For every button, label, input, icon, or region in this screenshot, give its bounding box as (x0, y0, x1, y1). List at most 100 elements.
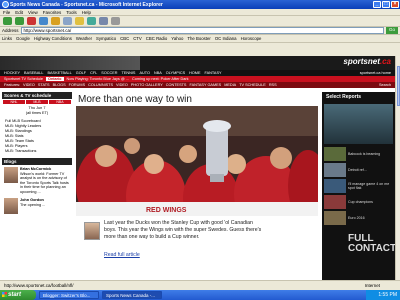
schedule-timezone: (all times ET) (25, 111, 49, 115)
link-ctv[interactable]: CTV (133, 36, 142, 41)
history-icon[interactable] (87, 17, 96, 25)
full-contact-text: FULL CONTACT (348, 233, 397, 254)
nav-golf[interactable]: GOLF (76, 71, 86, 75)
report-list: Babcock is beaming Detroit ref... I'll m… (322, 146, 395, 226)
read-full-article-link[interactable]: Read full article (104, 252, 140, 258)
task-blogger[interactable]: Blogger: Switzer's Blo... (39, 291, 99, 299)
region-select[interactable]: Ontario (45, 77, 64, 81)
menu-file[interactable]: File (3, 10, 10, 15)
full-contact-promo[interactable]: FULL CONTACT (346, 232, 396, 276)
celebration-photo: RED WINGS (76, 106, 318, 216)
menu-favorites[interactable]: Favorites (43, 10, 62, 15)
mail-icon[interactable] (99, 17, 108, 25)
nav-site-home[interactable]: sportsnet.ca home (360, 71, 395, 75)
blog-item[interactable]: John Gordon The opening ... (2, 196, 72, 216)
search-icon[interactable] (63, 17, 72, 25)
report-title: I'll manage game 4 on me spot flak (348, 182, 390, 190)
nav-soccer[interactable]: SOCCER (101, 71, 117, 75)
tab-mlb[interactable]: MLB (26, 100, 48, 104)
stop-icon[interactable] (27, 17, 36, 25)
report-item[interactable]: Cup champions (322, 194, 395, 210)
back-icon[interactable] (3, 17, 12, 25)
sportsnet-logo[interactable]: sportsnet.ca (343, 57, 391, 66)
links-bar: Links Google Highway Conditions Weather … (0, 35, 400, 43)
go-button[interactable]: Go (386, 27, 398, 34)
features-bar: Features: VIDEO STATS BLOGS FORUMS COLUM… (0, 82, 395, 88)
nav-basketball[interactable]: BASKETBALL (47, 71, 71, 75)
nav-home[interactable]: HOME (189, 71, 200, 75)
clock: 1:55 PM (378, 292, 397, 298)
blog-author[interactable]: John Gordon (20, 198, 45, 203)
link-horoscope[interactable]: Horoscope (241, 36, 262, 41)
feature-stats[interactable]: STATS (38, 83, 50, 87)
tab-nhl[interactable]: NHL (3, 100, 25, 104)
link-google[interactable]: Google (16, 36, 30, 41)
menu-view[interactable]: View (28, 10, 38, 15)
columnist-avatar (84, 222, 100, 240)
vertical-scrollbar[interactable] (395, 56, 400, 280)
nav-tennis[interactable]: TENNIS (122, 71, 136, 75)
close-button[interactable]: × (391, 1, 399, 8)
menu-help[interactable]: Help (82, 10, 91, 15)
feature-photo-gallery[interactable]: PHOTO GALLERY (131, 83, 163, 87)
report-item[interactable]: I'll manage game 4 on me spot flak (322, 178, 395, 194)
site-search-link[interactable]: Search (379, 83, 395, 87)
link-cbc[interactable]: CBC (120, 36, 129, 41)
nav-fantasy[interactable]: FANTASY (205, 71, 222, 75)
header-banner (0, 56, 140, 70)
coming-up: Coming up next: Poker After Dark (131, 77, 189, 81)
feature-rss[interactable]: RSS (269, 83, 277, 87)
maximize-button[interactable]: □ (382, 1, 390, 8)
feature-forums[interactable]: FORUMS (69, 83, 85, 87)
tab-nba[interactable]: NBA (49, 100, 71, 104)
scores-header: Scores & TV schedule (2, 92, 72, 99)
nav-hockey[interactable]: HOCKEY (4, 71, 20, 75)
link-cbc-radio[interactable]: CBC Radio (146, 36, 168, 41)
main-story: More than one way to win RED WINGS Last … (74, 92, 320, 282)
start-button[interactable]: start (0, 290, 36, 300)
nav-cfl[interactable]: CFL (90, 71, 97, 75)
print-icon[interactable] (111, 17, 120, 25)
feature-blogs[interactable]: BLOGS (53, 83, 66, 87)
favorites-icon[interactable] (75, 17, 84, 25)
schedule-link[interactable]: MLB: Transactions (5, 149, 69, 154)
nav-auto[interactable]: AUTO (139, 71, 149, 75)
toolbar (0, 16, 400, 27)
link-oc-indiana[interactable]: OC Indiana (215, 36, 237, 41)
nav-nba[interactable]: NBA (154, 71, 162, 75)
feature-columnists[interactable]: COLUMNISTS (88, 83, 113, 87)
status-url: http://www.sportsnet.ca/football/nfl/ (4, 283, 74, 288)
menu-tools[interactable]: Tools (66, 10, 77, 15)
link-sympatico[interactable]: Sympatico (96, 36, 116, 41)
video-player[interactable] (324, 104, 393, 144)
nav-baseball[interactable]: BASEBALL (24, 71, 43, 75)
report-item[interactable]: Detroit ref... (322, 162, 395, 178)
feature-tv-schedule[interactable]: TV SCHEDULE (239, 83, 266, 87)
blog-excerpt: Wilson's world: Former TV analyst is on … (20, 171, 69, 194)
feature-contests[interactable]: CONTESTS (166, 83, 187, 87)
blogs-header: Blogs (2, 158, 72, 165)
home-icon[interactable] (51, 17, 60, 25)
nav-olympics[interactable]: OLYMPICS (166, 71, 185, 75)
links-label: Links (2, 36, 13, 41)
feature-video-2[interactable]: VIDEO (116, 83, 128, 87)
feature-video[interactable]: VIDEO (23, 83, 35, 87)
link-weather[interactable]: Weather (76, 36, 92, 41)
feature-media[interactable]: MEDIA (224, 83, 236, 87)
report-item[interactable]: Babcock is beaming (322, 146, 395, 162)
link-yahoo[interactable]: Yahoo (171, 36, 183, 41)
menu-edit[interactable]: Edit (15, 10, 23, 15)
address-input[interactable]: http://www.sportsnet.ca/ (20, 27, 384, 34)
report-item[interactable]: Euro 2016 (322, 210, 395, 226)
window-title: Sports News Canada - Sportsnet.ca - Micr… (10, 1, 163, 8)
story-photo[interactable]: RED WINGS (76, 106, 318, 216)
forward-icon[interactable] (15, 17, 24, 25)
task-sportsnet[interactable]: Sports News Canada -... (102, 291, 162, 299)
headline[interactable]: More than one way to win (74, 92, 320, 107)
feature-fantasy[interactable]: FANTASY GAMES (189, 83, 221, 87)
link-highway[interactable]: Highway Conditions (34, 36, 72, 41)
refresh-icon[interactable] (39, 17, 48, 25)
link-booster[interactable]: The Booster (187, 36, 210, 41)
minimize-button[interactable]: _ (373, 1, 381, 8)
blog-item[interactable]: Brian McCormick Wilson's world: Former T… (2, 165, 72, 196)
